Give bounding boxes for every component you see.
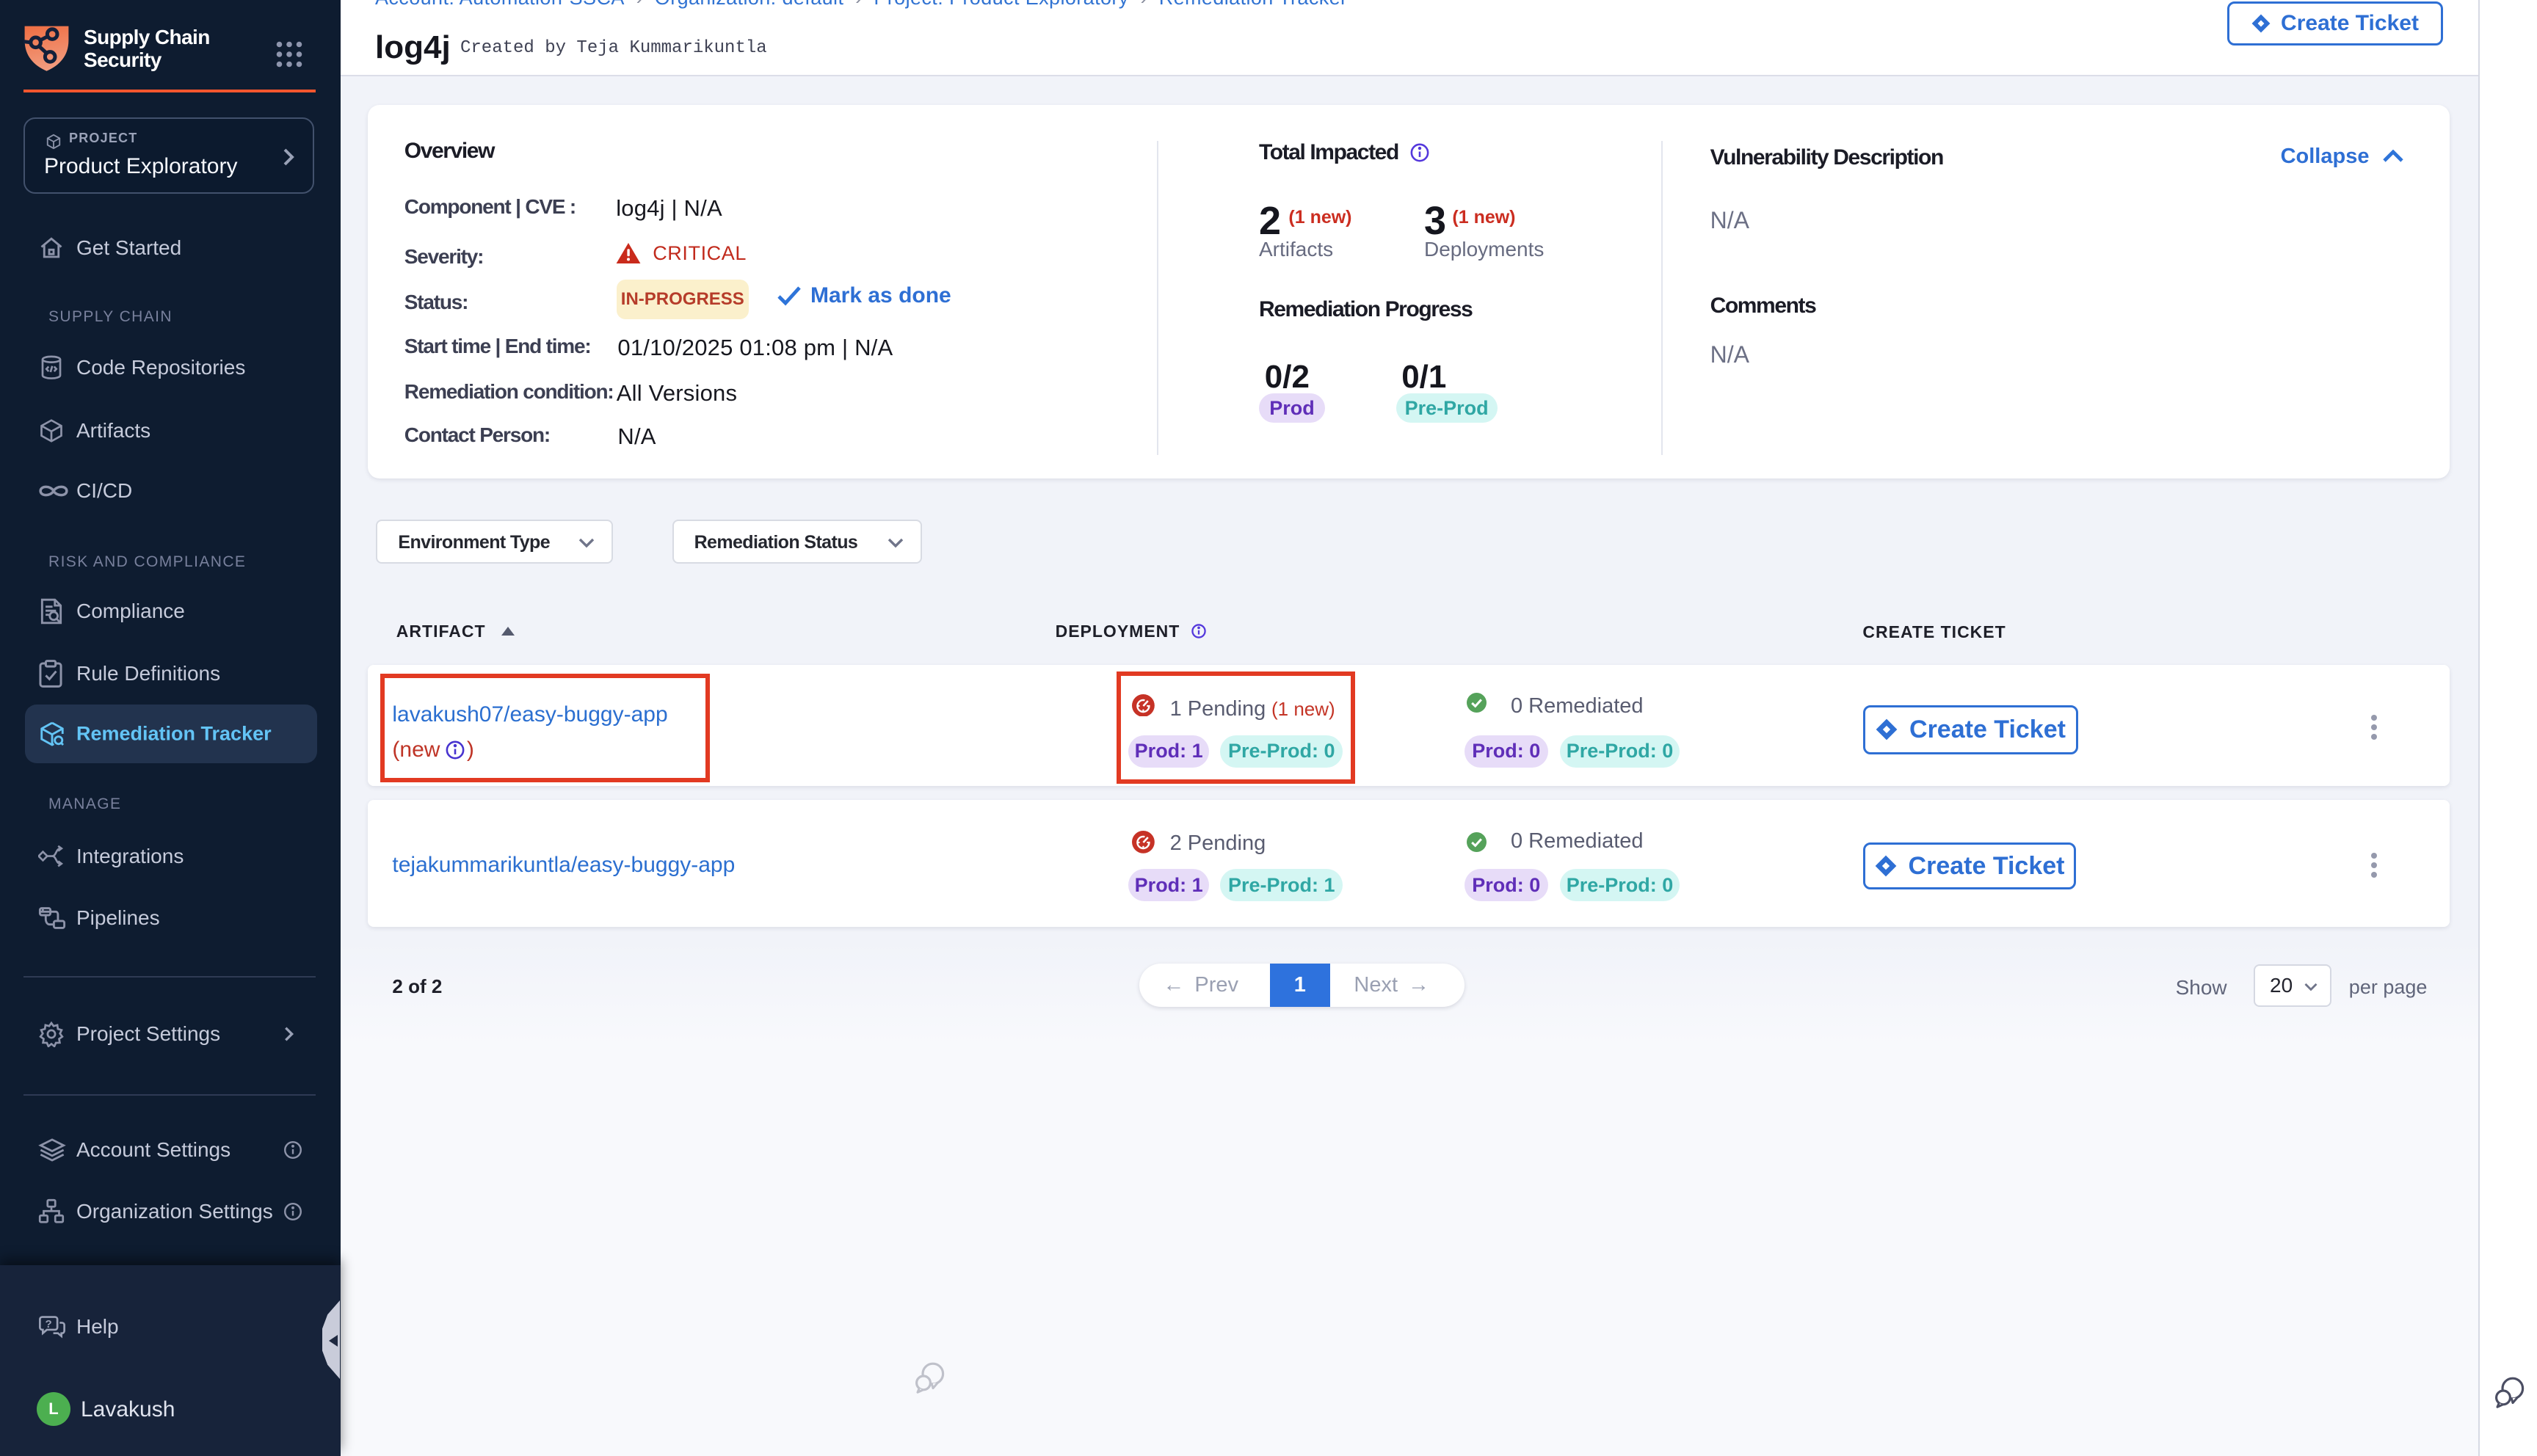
svg-text:?: ? xyxy=(46,1318,52,1331)
